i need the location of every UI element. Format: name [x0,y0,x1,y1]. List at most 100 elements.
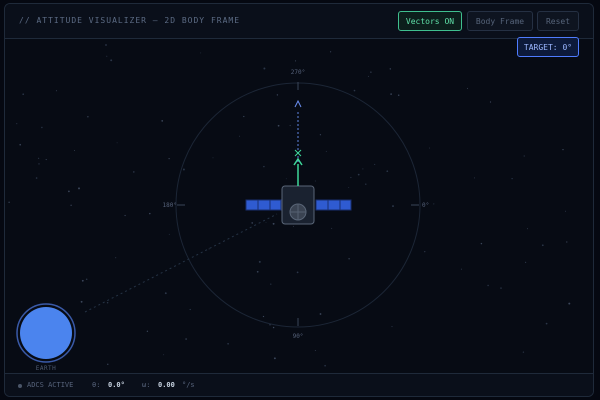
star [115,257,117,259]
star [70,204,72,206]
star [319,134,322,136]
star [277,124,280,127]
star [182,168,185,171]
star [294,60,297,62]
dial-label-180: 180° [162,202,177,209]
star [227,342,229,345]
star [262,315,265,318]
star [480,242,483,245]
star [273,357,276,360]
star [132,171,135,173]
star [511,177,513,180]
star [105,44,107,46]
star [161,120,164,122]
dial-label-270: 270° [290,69,306,76]
star [265,222,267,224]
earth-pointing-line [84,213,278,313]
star [272,222,275,225]
star [350,176,352,179]
star [22,93,25,96]
star [251,222,253,224]
star [325,150,327,152]
star [367,75,369,77]
star [487,284,489,287]
target-badge[interactable]: TARGET: 0° [517,37,579,57]
star [467,87,468,89]
star [185,338,187,340]
star [331,227,333,229]
star [35,177,38,179]
star [106,55,108,57]
star [565,210,566,212]
star [243,115,245,118]
star [124,214,126,217]
star [568,302,571,305]
theta-value: 0.0° [108,381,125,389]
earth-label: EARTH [35,365,57,372]
star [55,90,57,92]
star [212,157,214,159]
star [370,71,372,73]
star [263,67,266,70]
star [500,287,502,289]
star [258,260,261,263]
star [110,59,113,62]
star [239,135,241,137]
star [163,354,165,356]
omega-unit: °/s [182,381,195,389]
star [397,94,400,97]
star [428,147,430,149]
star [164,292,167,295]
star [41,126,43,129]
star [107,363,109,365]
star [270,283,272,285]
star [365,183,367,185]
star [80,300,83,303]
star [168,158,170,160]
star [330,51,332,53]
star [189,308,191,311]
star [149,212,151,215]
star [78,187,80,190]
star [73,150,75,152]
star [168,233,170,235]
earth-icon [20,307,72,359]
star [289,124,291,127]
star [562,148,564,151]
adcs-status: ADCS ACTIVE [27,381,74,389]
status-dot-icon [18,384,22,388]
star [353,89,356,92]
x-marker-icon [294,149,302,157]
star [85,278,88,281]
star [200,52,202,54]
star [460,268,462,270]
star [106,301,109,304]
star [392,205,394,208]
star [319,313,322,315]
star [256,270,259,273]
star [374,163,376,165]
star [285,178,287,180]
star [296,271,299,274]
star [523,155,525,157]
left-solar-panel [245,199,282,211]
omega-label: ω: [142,381,151,389]
star [527,228,529,230]
star [116,142,118,144]
star [390,93,392,95]
star [362,168,364,170]
star [386,170,389,173]
right-solar-panel [315,199,352,211]
star [8,201,10,203]
star [314,180,316,182]
star [348,258,350,260]
star [474,177,475,179]
star [68,190,70,193]
star [37,157,40,159]
star [276,94,279,96]
star [566,241,568,243]
star [489,101,492,103]
star [19,143,21,146]
star [263,165,265,168]
star [357,173,360,176]
